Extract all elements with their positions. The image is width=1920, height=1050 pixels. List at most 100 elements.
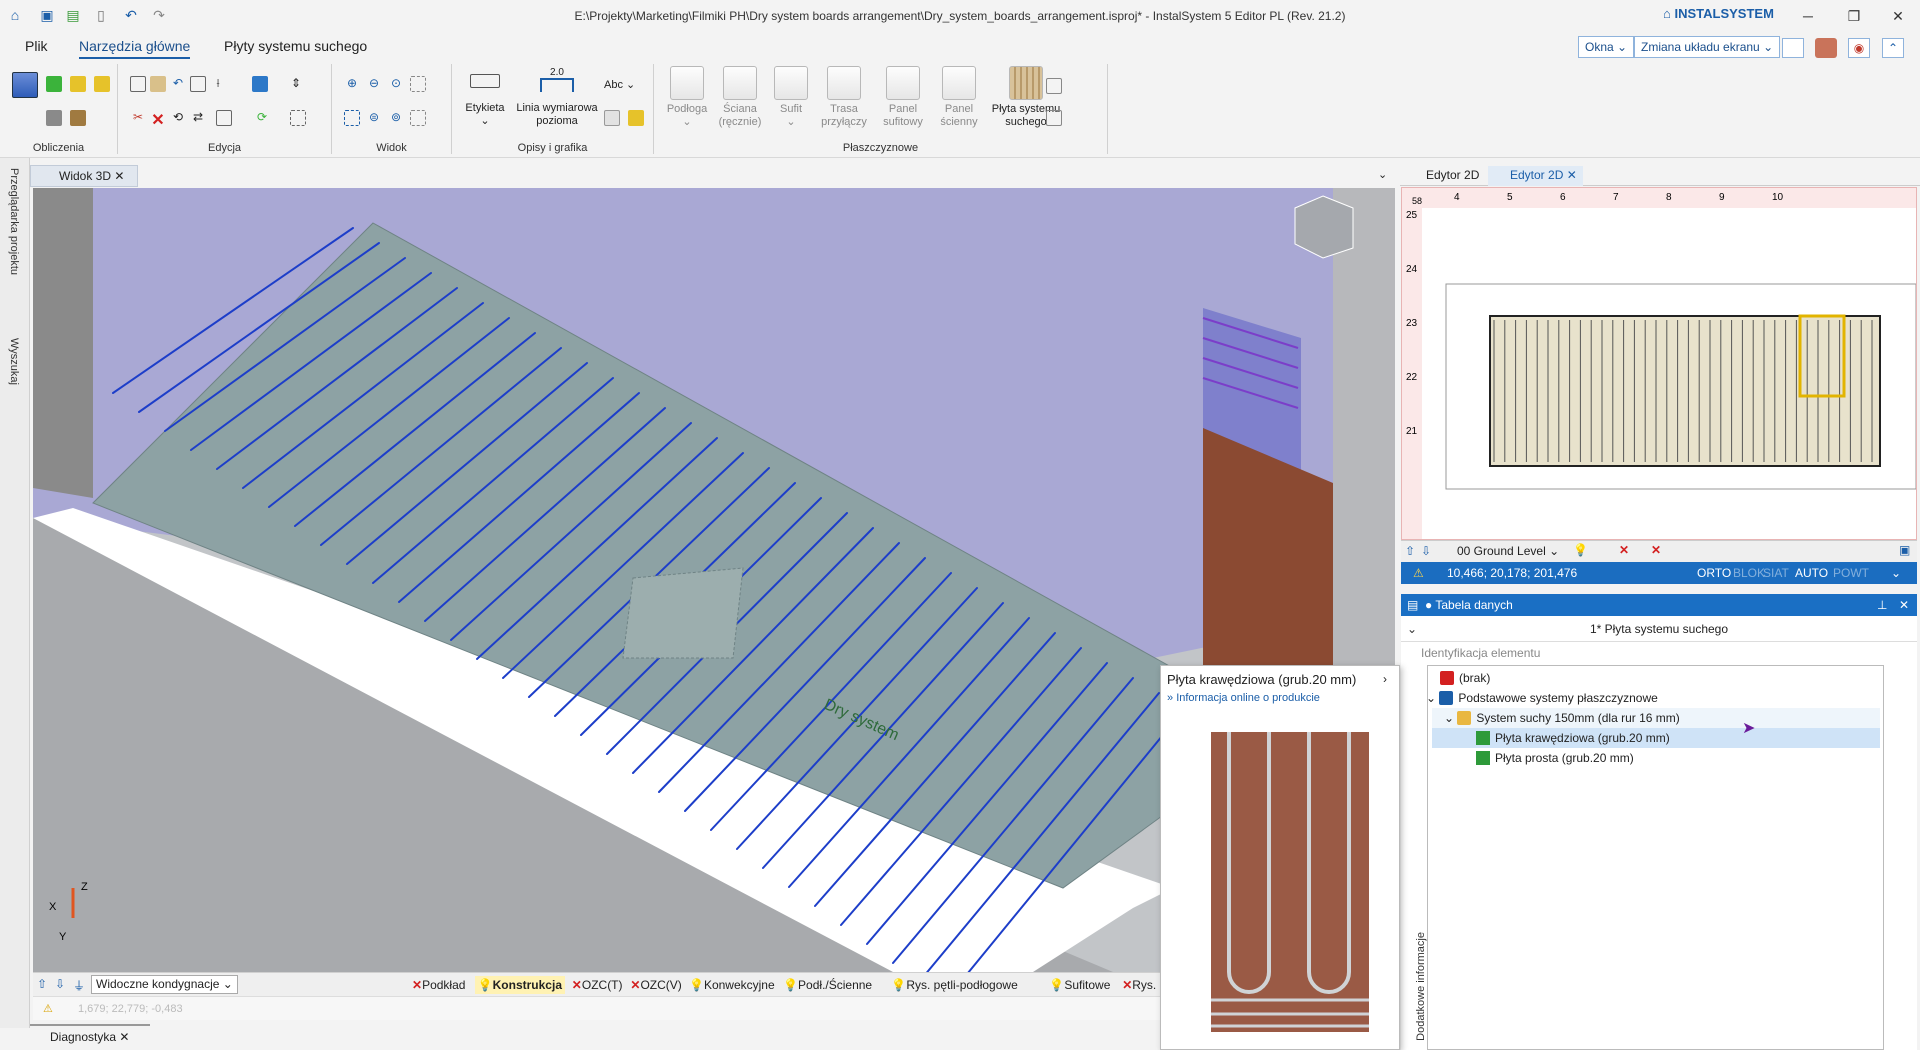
filter-5[interactable]: 💡Podł./Ścienne (780, 976, 875, 994)
dimension-line-button[interactable]: 2.0 Linia wymiarowa pozioma (514, 66, 600, 128)
data-table-subtitle[interactable]: ⌄ 1* Płyta systemu suchego (1401, 616, 1917, 642)
chevron-down-icon[interactable]: ⌄ (1407, 616, 1417, 642)
tree-item[interactable]: ⌄ System suchy 150mm (dla rur 16 mm) (1432, 708, 1880, 728)
tree-item[interactable]: Płyta prosta (grub.20 mm) (1432, 748, 1880, 768)
copy-icon[interactable] (130, 76, 146, 92)
zoom-next-icon[interactable]: ⊚ (388, 110, 404, 126)
settings-icon[interactable]: ▣ (1899, 543, 1910, 557)
minimize-button[interactable]: ─ (1788, 4, 1828, 28)
array-icon[interactable] (216, 110, 232, 126)
mirror-icon[interactable]: ⇄ (190, 110, 206, 126)
frame-icon[interactable] (190, 76, 206, 92)
tab-diagnostyka[interactable]: Diagnostyka ✕ (30, 1024, 150, 1046)
collapse-ribbon-icon[interactable]: ⌃ (1882, 38, 1904, 58)
delete-icon[interactable]: ✕ (1619, 543, 1629, 557)
tab-plik[interactable]: Plik (25, 38, 48, 54)
highlight-icon[interactable] (628, 110, 644, 126)
view-cube[interactable] (1294, 195, 1354, 259)
ceiling-panel-button[interactable]: Panel sufitowy (876, 66, 930, 129)
zoom-window-icon[interactable]: ⊙ (388, 76, 404, 92)
tree-item[interactable]: Płyta krawędziowa (grub.20 mm) (1432, 728, 1880, 748)
zoom-prev-icon[interactable]: ⊜ (366, 110, 382, 126)
filter-6[interactable]: 💡Rys. pętli-podłogowe (888, 976, 1020, 994)
zoom-out-icon[interactable]: ⊖ (366, 76, 382, 92)
visible-levels-dropdown[interactable]: Widoczne kondygnacje ⌄ (91, 975, 238, 994)
split-icon[interactable]: ⟊ (210, 76, 226, 92)
delete-icon[interactable]: ✕ (1651, 543, 1661, 557)
bulb-icon[interactable]: 💡 (1573, 543, 1588, 557)
hatch-icon[interactable] (604, 110, 620, 126)
screen-layout-icon[interactable] (1782, 38, 1804, 58)
orto-toggle[interactable]: ORTO (1697, 562, 1731, 584)
chevron-down-icon[interactable]: ⌄ (1891, 562, 1901, 584)
calc-yellow-icon[interactable] (70, 76, 86, 92)
close-icon[interactable]: ✕ (114, 169, 124, 183)
layout-dropdown[interactable]: Zmiana układu ekranu ⌄ (1634, 36, 1781, 58)
label-button[interactable]: Etykieta ⌄ (460, 66, 510, 128)
arrow-up-icon[interactable]: ⇧ (1405, 544, 1415, 558)
align-icon[interactable] (252, 76, 268, 92)
paste-icon[interactable] (150, 76, 166, 92)
filter-4[interactable]: 💡Konwekcyjne (686, 976, 778, 994)
distribute-icon[interactable]: ⇕ (288, 76, 304, 92)
chevron-down-icon[interactable]: ⌄ (1426, 691, 1439, 705)
support-icon[interactable]: ◉ (1848, 38, 1870, 58)
level-dropdown[interactable]: 00 Ground Level ⌄ (1457, 544, 1559, 558)
wall-panel-button[interactable]: Panel ścienny (934, 66, 984, 129)
filter-1[interactable]: 💡Konstrukcja (474, 976, 565, 994)
view-options-icon[interactable] (410, 110, 426, 126)
filter-2[interactable]: ✕OZC(T) (569, 976, 626, 994)
zoom-all-icon[interactable] (344, 110, 360, 126)
powt-toggle[interactable]: POWT (1833, 562, 1869, 584)
rotate-icon[interactable]: ⟲ (170, 110, 186, 126)
editor-2d-canvas[interactable]: 4 5 6 7 8 9 10 25 24 23 22 21 58 (1401, 187, 1917, 540)
chevron-down-icon[interactable]: ⌄ (1444, 711, 1457, 725)
filter-7[interactable]: 💡Sufitowe (1046, 976, 1113, 994)
blok-toggle[interactable]: BLOK (1733, 562, 1765, 584)
calc-pipe-icon[interactable] (46, 110, 62, 126)
tree-item[interactable]: (brak) (1432, 668, 1880, 688)
pin-icon[interactable]: ⊥ (1877, 594, 1887, 616)
select-area-icon[interactable] (290, 110, 306, 126)
auto-toggle[interactable]: AUTO (1795, 562, 1828, 584)
board-layout-icon[interactable] (1046, 78, 1062, 94)
view-menu-chevron-icon[interactable]: ⌄ (1378, 168, 1387, 181)
calc-green-icon[interactable] (46, 76, 62, 92)
tab-plyty-systemu-suchego[interactable]: Płyty systemu suchego (224, 38, 367, 54)
tab-widok-3d[interactable]: Widok 3D ✕ (30, 165, 138, 187)
siat-toggle[interactable]: SIAT (1763, 562, 1789, 584)
cut-icon[interactable]: ✂ (130, 110, 146, 126)
undo-edit-icon[interactable]: ↶ (170, 76, 186, 92)
project-browser-tab[interactable]: Przeglądarka projektu (8, 168, 20, 275)
filter-3[interactable]: ✕OZC(V) (627, 976, 684, 994)
arrow-down-icon[interactable]: ⇩ (1421, 544, 1431, 558)
filter-0[interactable]: ✕Podkład (409, 976, 468, 994)
chevron-right-icon[interactable]: › (1383, 672, 1387, 686)
calculations-icon[interactable] (12, 72, 38, 98)
ceiling-button[interactable]: Sufit ⌄ (768, 66, 814, 129)
calc-sheet-icon[interactable] (70, 110, 86, 126)
section-identification[interactable]: Identyfikacja elementu (1421, 646, 1540, 660)
tab-editor-2d-1[interactable]: Edytor 2D (1404, 166, 1485, 186)
refresh-icon[interactable]: ⟳ (254, 110, 270, 126)
calc-radiator-icon[interactable] (94, 76, 110, 92)
route-button[interactable]: Trasa przyłączy (816, 66, 872, 129)
filter-icon[interactable]: ⏚ (73, 977, 85, 994)
text-style-button[interactable]: Abc ⌄ (604, 78, 635, 91)
brick-icon[interactable] (1815, 38, 1837, 58)
arrow-down-icon[interactable]: ⇩ (55, 977, 65, 991)
restore-button[interactable]: ❐ (1834, 4, 1874, 28)
windows-dropdown[interactable]: Okna ⌄ (1578, 36, 1635, 58)
close-window-button[interactable]: ✕ (1878, 4, 1918, 28)
close-icon[interactable]: ✕ (1899, 594, 1909, 616)
board-grid-icon[interactable] (1046, 110, 1062, 126)
wall-manual-button[interactable]: Ściana (ręcznie) (714, 66, 766, 129)
search-tab[interactable]: Wyszukaj (8, 338, 20, 385)
delete-icon[interactable]: ✕ (150, 110, 166, 129)
online-info-link[interactable]: » Informacja online o produkcie (1167, 692, 1320, 704)
tab-editor-2d-2[interactable]: Edytor 2D ✕ (1488, 166, 1583, 186)
zoom-extents-icon[interactable] (410, 76, 426, 92)
tab-narzedzia-glowne[interactable]: Narzędzia główne (79, 38, 191, 59)
arrow-up-icon[interactable]: ⇧ (37, 977, 47, 991)
tree-item[interactable]: ⌄ Podstawowe systemy płaszczyznowe (1426, 688, 1880, 708)
